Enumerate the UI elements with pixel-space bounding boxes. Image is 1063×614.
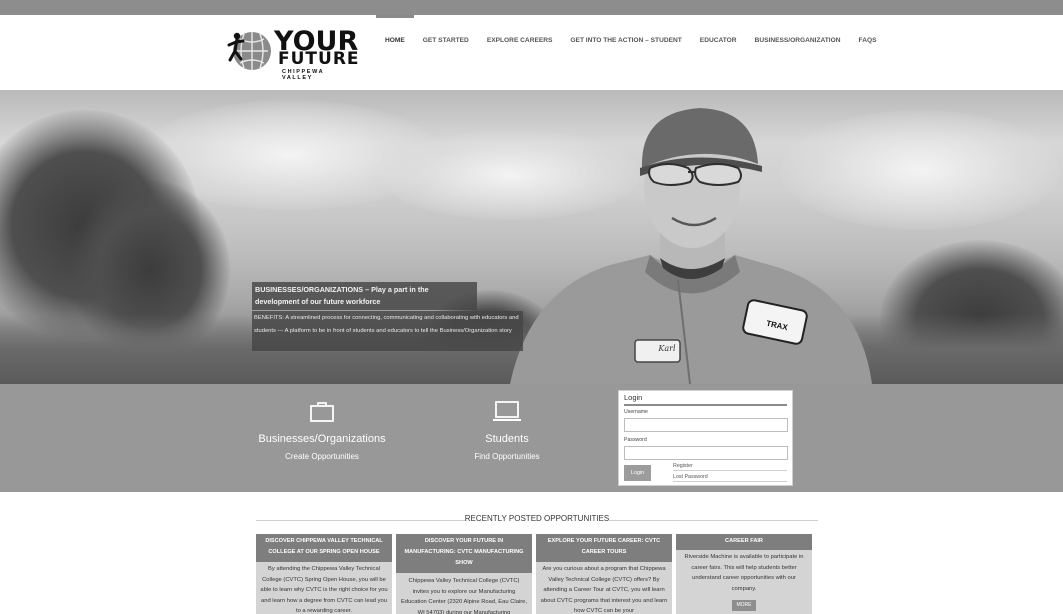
students-title[interactable]: Students xyxy=(407,433,607,445)
hero-banner: Karl TRAX BUSINESSES/ORGANIZATIONS – Pla… xyxy=(0,90,1063,384)
opportunity-card[interactable]: DISCOVER CHIPPEWA VALLEY TECHNICAL COLLE… xyxy=(256,534,392,614)
card-body: Chippewa Valley Technical College (CVTC)… xyxy=(400,578,527,614)
nav-educator[interactable]: EDUCATOR xyxy=(691,15,746,67)
site-header: YOUR FUTURE CHIPPEWA VALLEY HOME GET STA… xyxy=(0,15,1063,90)
card-title[interactable]: DISCOVER CHIPPEWA VALLEY TECHNICAL COLLE… xyxy=(256,534,392,562)
more-button[interactable]: MORE xyxy=(732,600,756,611)
students-column: Students Find Opportunities xyxy=(407,384,607,492)
username-label: Username xyxy=(624,409,648,415)
login-divider xyxy=(624,404,787,406)
businesses-column: Businesses/Organizations Create Opportun… xyxy=(222,384,422,492)
globe-runner-icon xyxy=(227,32,271,70)
student-photo xyxy=(510,108,872,384)
nav-business-organization[interactable]: BUSINESS/ORGANIZATION xyxy=(746,15,850,67)
nav-get-into-action-student[interactable]: GET INTO THE ACTION – STUDENT xyxy=(561,15,690,67)
opportunity-card[interactable]: EXPLORE YOUR FUTURE CAREER: CVTC CAREER … xyxy=(536,534,672,614)
name-patch-text: Karl xyxy=(658,344,676,353)
hero-title: BUSINESSES/ORGANIZATIONS – Play a part i… xyxy=(252,282,477,310)
businesses-title[interactable]: Businesses/Organizations xyxy=(222,433,422,445)
briefcase-icon xyxy=(310,402,334,422)
login-button[interactable]: Login xyxy=(624,465,651,481)
divider-right xyxy=(608,520,818,521)
recent-opportunities-header: RECENTLY POSTED OPPORTUNITIES xyxy=(256,514,818,526)
recent-title: RECENTLY POSTED OPPORTUNITIES xyxy=(464,514,610,523)
password-input[interactable] xyxy=(624,446,788,460)
username-input[interactable] xyxy=(624,418,788,432)
nav-get-started[interactable]: GET STARTED xyxy=(414,15,478,67)
lost-password-link[interactable]: Lost Password xyxy=(673,474,787,482)
nav-explore-careers[interactable]: EXPLORE CAREERS xyxy=(478,15,562,67)
register-link[interactable]: Register xyxy=(673,463,787,471)
login-title: Login xyxy=(624,393,643,402)
card-body: Riverside Machine is available to partic… xyxy=(684,554,804,592)
opportunity-card[interactable]: CAREER FAIR Riverside Machine is availab… xyxy=(676,534,812,614)
card-title[interactable]: EXPLORE YOUR FUTURE CAREER: CVTC CAREER … xyxy=(536,534,672,562)
nav-faqs[interactable]: FAQS xyxy=(850,15,886,67)
main-nav: HOME GET STARTED EXPLORE CAREERS GET INT… xyxy=(376,15,885,75)
card-body: By attending the Chippewa Valley Technic… xyxy=(260,566,388,614)
hero-body: BENEFITS: A streamlined process for conn… xyxy=(252,311,523,351)
card-body: Are you curious about a program that Chi… xyxy=(540,566,668,614)
find-opportunities-link[interactable]: Find Opportunities xyxy=(407,452,607,461)
logo-subtitle: CHIPPEWA VALLEY xyxy=(282,69,324,81)
laptop-icon xyxy=(493,401,521,421)
card-title[interactable]: CAREER FAIR xyxy=(676,534,812,550)
opportunity-band: Businesses/Organizations Create Opportun… xyxy=(0,384,1063,492)
logo-word-future: FUTURE xyxy=(278,49,360,69)
card-title[interactable]: DISCOVER YOUR FUTURE IN MANUFACTURING: C… xyxy=(396,534,532,573)
login-panel: Login Username Password Login Register L… xyxy=(618,390,793,486)
nav-home[interactable]: HOME xyxy=(376,15,414,67)
site-logo[interactable]: YOUR FUTURE CHIPPEWA VALLEY xyxy=(226,28,359,81)
top-bar xyxy=(0,0,1063,15)
create-opportunities-link[interactable]: Create Opportunities xyxy=(222,452,422,461)
password-label: Password xyxy=(624,437,647,443)
opportunity-card[interactable]: DISCOVER YOUR FUTURE IN MANUFACTURING: C… xyxy=(396,534,532,614)
